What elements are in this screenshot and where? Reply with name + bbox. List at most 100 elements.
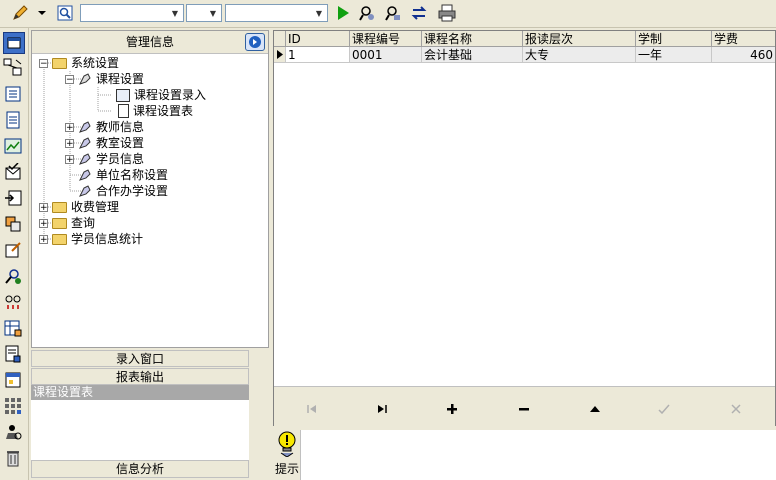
tree-node-label: 收费管理 bbox=[71, 200, 120, 214]
info-analysis-section[interactable]: 信息分析 bbox=[31, 460, 249, 478]
window-icon[interactable] bbox=[3, 32, 25, 54]
tree-node-course-table[interactable]: 课程设置表 bbox=[118, 103, 193, 119]
edit-record-button[interactable] bbox=[585, 401, 605, 417]
add-record-button[interactable] bbox=[442, 401, 462, 417]
tree-node-course-settings[interactable]: − 课程设置 bbox=[65, 71, 144, 87]
export-icon[interactable] bbox=[3, 188, 23, 208]
minus-icon bbox=[519, 408, 529, 411]
chevron-down-icon[interactable]: ▼ bbox=[168, 6, 182, 20]
key-icon bbox=[79, 169, 91, 181]
table-cell[interactable]: 会计基础 bbox=[422, 47, 523, 63]
folder-icon bbox=[52, 217, 67, 229]
delete-record-button[interactable] bbox=[514, 401, 534, 417]
tree-node-student-stats[interactable]: + 学员信息统计 bbox=[39, 231, 143, 247]
document-icon[interactable] bbox=[3, 110, 23, 130]
key-icon bbox=[79, 185, 91, 197]
combo-box-1[interactable]: ▼ bbox=[80, 4, 184, 22]
key-icon bbox=[79, 137, 91, 149]
folder-icon bbox=[52, 57, 67, 69]
list-form-icon[interactable] bbox=[3, 84, 23, 104]
row-indicator[interactable] bbox=[274, 47, 286, 63]
first-record-button[interactable] bbox=[302, 401, 322, 417]
tree-node-system-settings[interactable]: − 系统设置 bbox=[39, 55, 119, 71]
tree-node-student-info[interactable]: + 学员信息 bbox=[65, 151, 144, 167]
tree-node-label: 课程设置表 bbox=[133, 104, 194, 118]
table-cell[interactable]: 0001 bbox=[350, 47, 422, 63]
input-window-section[interactable]: 录入窗口 bbox=[31, 350, 249, 367]
expand-toggle[interactable]: + bbox=[65, 154, 74, 164]
user-search-icon[interactable] bbox=[3, 266, 23, 286]
expand-toggle[interactable]: + bbox=[39, 234, 48, 244]
tree-node-teacher-info[interactable]: + 教师信息 bbox=[65, 119, 144, 135]
cell-value: 会计基础 bbox=[424, 48, 473, 62]
table-edit-icon[interactable] bbox=[3, 318, 23, 338]
table-cell[interactable]: 大专 bbox=[523, 47, 636, 63]
pencil-icon[interactable] bbox=[10, 3, 30, 23]
tree-node-course-entry[interactable]: 课程设置录入 bbox=[116, 87, 206, 103]
run-icon[interactable] bbox=[333, 3, 353, 23]
report-icon[interactable] bbox=[3, 344, 23, 364]
column-header-course-name[interactable]: 课程名称 bbox=[422, 31, 523, 47]
refresh-icon[interactable] bbox=[409, 3, 429, 23]
expand-toggle[interactable]: + bbox=[65, 122, 74, 132]
calendar-icon[interactable] bbox=[3, 370, 23, 390]
layers-icon[interactable] bbox=[3, 214, 23, 234]
tree-node-label: 学员信息 bbox=[96, 152, 145, 166]
table-cell[interactable]: 1 bbox=[286, 47, 350, 63]
chevron-down-icon[interactable]: ▼ bbox=[206, 6, 220, 20]
report-output-section[interactable]: 报表输出 bbox=[31, 368, 249, 385]
table-cell[interactable]: 460 bbox=[712, 47, 775, 63]
search-icon[interactable] bbox=[55, 3, 75, 23]
column-header-duration[interactable]: 学制 bbox=[636, 31, 712, 47]
tree-node-fee-management[interactable]: + 收费管理 bbox=[39, 199, 119, 215]
panel-header: 管理信息 bbox=[32, 31, 268, 54]
tree-node-label: 课程设置录入 bbox=[134, 88, 207, 102]
find-user-icon[interactable] bbox=[357, 3, 377, 23]
last-record-button[interactable] bbox=[372, 401, 392, 417]
collapse-toggle[interactable]: − bbox=[39, 58, 48, 68]
first-icon bbox=[307, 405, 316, 413]
column-header-fee[interactable]: 学费 bbox=[712, 31, 775, 47]
column-header-id[interactable]: ID bbox=[286, 31, 350, 47]
check-icon bbox=[658, 404, 670, 414]
report-list-item-selected[interactable]: 课程设置表 bbox=[31, 385, 249, 400]
row-indicator-header bbox=[274, 31, 286, 47]
combo-box-3[interactable]: ▼ bbox=[225, 4, 328, 22]
tree-node-query[interactable]: + 查询 bbox=[39, 215, 95, 231]
post-record-button[interactable] bbox=[654, 401, 674, 417]
chart-icon[interactable] bbox=[3, 136, 23, 156]
tree-node-unit-name[interactable]: 单位名称设置 bbox=[78, 167, 168, 183]
network-icon[interactable] bbox=[3, 58, 23, 78]
tree-node-classroom-settings[interactable]: + 教室设置 bbox=[65, 135, 144, 151]
tree-node-label: 教师信息 bbox=[96, 120, 145, 134]
user-settings-icon[interactable] bbox=[3, 422, 23, 442]
document-icon bbox=[118, 104, 129, 118]
printer-icon[interactable] bbox=[437, 3, 457, 23]
panel-collapse-button[interactable] bbox=[245, 33, 265, 51]
expand-toggle[interactable]: + bbox=[39, 202, 48, 212]
combo-box-2[interactable]: ▼ bbox=[186, 4, 222, 22]
find-user-2-icon[interactable] bbox=[383, 3, 403, 23]
column-header-level[interactable]: 报读层次 bbox=[523, 31, 636, 47]
data-grid: ID 课程编号 课程名称 报读层次 学制 学费 1 0001 会计基础 大专 一… bbox=[273, 30, 776, 427]
column-header-course-code[interactable]: 课程编号 bbox=[350, 31, 422, 47]
panel-header-title: 管理信息 bbox=[125, 35, 174, 49]
edit-form-icon[interactable] bbox=[3, 240, 23, 260]
tree-node-label: 查询 bbox=[71, 216, 96, 230]
chevron-down-icon[interactable]: ▼ bbox=[312, 6, 326, 20]
tree-node-cooperation[interactable]: 合作办学设置 bbox=[78, 183, 168, 199]
cancel-record-button[interactable] bbox=[726, 401, 746, 417]
cell-value: 一年 bbox=[638, 48, 663, 62]
chevron-down-icon[interactable] bbox=[36, 3, 48, 23]
grid-apps-icon[interactable] bbox=[3, 396, 23, 416]
table-cell[interactable]: 一年 bbox=[636, 47, 712, 63]
expand-toggle[interactable]: + bbox=[39, 218, 48, 228]
plus-icon bbox=[447, 404, 457, 414]
collapse-toggle[interactable]: − bbox=[65, 74, 74, 84]
trash-icon[interactable] bbox=[3, 448, 23, 468]
mail-check-icon[interactable] bbox=[3, 162, 23, 182]
cell-value: 大专 bbox=[525, 48, 550, 62]
tree-node-label: 学员信息统计 bbox=[71, 232, 144, 246]
expand-toggle[interactable]: + bbox=[65, 138, 74, 148]
link-icon[interactable] bbox=[3, 292, 23, 312]
